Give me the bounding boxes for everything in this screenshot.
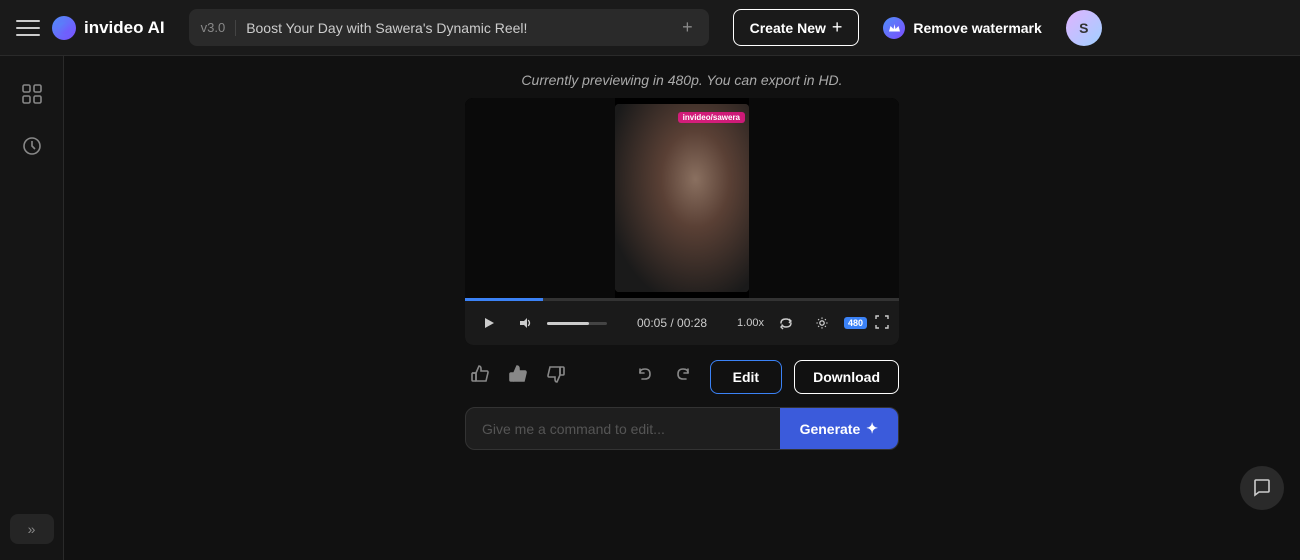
expand-icon: » <box>28 521 36 537</box>
time-current: 00:05 <box>637 316 667 330</box>
hamburger-menu[interactable] <box>16 16 40 40</box>
action-row: Edit Download <box>465 359 899 395</box>
settings-button[interactable] <box>808 309 836 337</box>
spark-icon: ✦ <box>866 420 878 437</box>
logo-text: invideo AI <box>84 18 165 38</box>
edit-button[interactable]: Edit <box>710 360 782 394</box>
play-button[interactable] <box>475 309 503 337</box>
create-plus-icon: + <box>832 17 843 38</box>
download-button[interactable]: Download <box>794 360 899 394</box>
video-overlay-right <box>749 98 899 298</box>
thumbs-up-filled-button[interactable] <box>503 359 533 395</box>
main-layout: » Currently previewing in 480p. You can … <box>0 56 1300 560</box>
volume-button[interactable] <box>511 309 539 337</box>
watermark-label: Remove watermark <box>913 20 1041 36</box>
topbar: invideo AI v3.0 Boost Your Day with Sawe… <box>0 0 1300 56</box>
add-tab-button[interactable]: + <box>678 15 697 40</box>
create-new-label: Create New <box>750 20 826 36</box>
chat-button[interactable] <box>1240 466 1284 510</box>
logo: invideo AI <box>52 16 165 40</box>
content-area: Currently previewing in 480p. You can ex… <box>64 56 1300 560</box>
command-input[interactable] <box>466 408 780 449</box>
video-player: invideo/sawera <box>465 98 899 345</box>
sidebar: » <box>0 56 64 560</box>
version-label: v3.0 <box>201 20 226 35</box>
preview-notice: Currently previewing in 480p. You can ex… <box>521 72 842 88</box>
generate-button[interactable]: Generate ✦ <box>780 408 898 449</box>
command-input-area: Generate ✦ <box>465 407 899 450</box>
tab-area: v3.0 Boost Your Day with Sawera's Dynami… <box>189 9 709 46</box>
redo-button[interactable] <box>666 361 698 394</box>
sidebar-item-grid[interactable] <box>10 72 54 116</box>
video-progress-bar[interactable] <box>465 298 899 301</box>
generate-label: Generate <box>800 421 861 437</box>
video-frame[interactable]: invideo/sawera <box>465 98 899 298</box>
undo-redo-controls <box>630 361 698 394</box>
fullscreen-button[interactable] <box>875 315 889 332</box>
thumbs-up-outline-button[interactable] <box>465 359 495 395</box>
video-watermark: invideo/sawera <box>678 112 745 123</box>
video-progress-fill <box>465 298 543 301</box>
thumbs-down-button[interactable] <box>541 359 571 395</box>
undo-button[interactable] <box>630 361 662 394</box>
video-content: invideo/sawera <box>615 104 749 292</box>
tab-divider <box>235 20 236 36</box>
video-overlay-left <box>465 98 615 298</box>
sidebar-item-history[interactable] <box>10 124 54 168</box>
tab-title: Boost Your Day with Sawera's Dynamic Ree… <box>246 20 668 36</box>
logo-icon <box>52 16 76 40</box>
loop-button[interactable] <box>772 309 800 337</box>
crown-icon <box>883 17 905 39</box>
quality-badge: 480 <box>844 317 867 329</box>
reaction-buttons <box>465 359 571 395</box>
user-avatar[interactable]: S <box>1066 10 1102 46</box>
create-new-button[interactable]: Create New + <box>733 9 860 46</box>
time-total: 00:28 <box>677 316 707 330</box>
video-controls: 00:05 / 00:28 1.00x <box>465 301 899 345</box>
speed-button[interactable]: 1.00x <box>737 317 764 329</box>
time-display: 00:05 / 00:28 <box>615 316 729 330</box>
sidebar-expand-button[interactable]: » <box>10 514 54 544</box>
avatar-initial: S <box>1079 20 1088 36</box>
remove-watermark-button[interactable]: Remove watermark <box>871 10 1053 46</box>
volume-slider[interactable] <box>547 322 607 325</box>
video-thumbnail <box>615 104 749 292</box>
